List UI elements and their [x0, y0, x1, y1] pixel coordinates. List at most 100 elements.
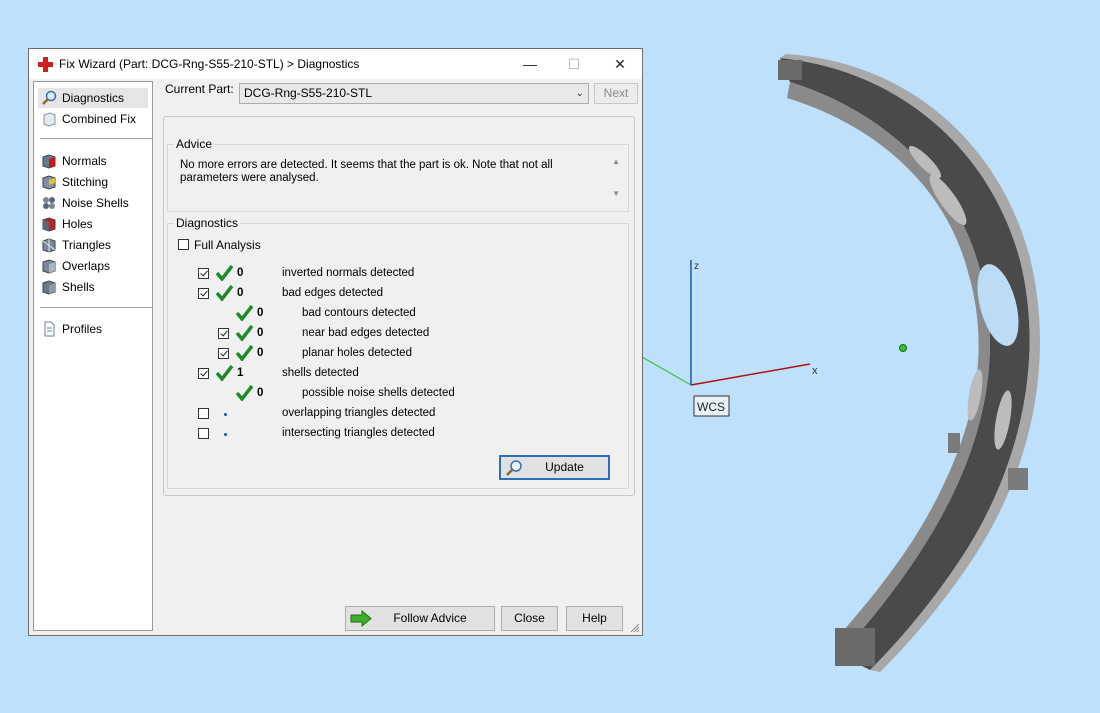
diagnostics-panel: Advice No more errors are detected. It s… — [163, 116, 635, 496]
intersecting-triangles-label: intersecting triangles detected — [282, 427, 435, 439]
stitching-cube-icon — [42, 175, 56, 190]
red-cross-icon — [38, 57, 53, 72]
triangles-cube-icon — [42, 238, 56, 253]
advice-textbox[interactable]: No more errors are detected. It seems th… — [172, 153, 624, 208]
sidebar-item-label: Holes — [62, 217, 93, 231]
sidebar-item-label: Combined Fix — [62, 112, 137, 126]
sidebar-item-label: Profiles — [62, 322, 103, 336]
sidebar-item-profiles[interactable]: Profiles — [38, 319, 148, 339]
check-mark-icon — [236, 385, 253, 401]
noise-shells-count: 0 — [257, 387, 264, 399]
document-icon — [44, 321, 55, 337]
check-mark-icon — [236, 305, 253, 321]
check-mark-icon — [236, 325, 253, 341]
shells-cube-icon — [42, 280, 56, 295]
intersecting-triangles-checkbox[interactable] — [198, 428, 209, 439]
follow-advice-button[interactable]: Follow Advice — [345, 606, 495, 631]
y-axis-line — [641, 356, 692, 386]
inverted-normals-label: inverted normals detected — [282, 267, 415, 279]
bad-edges-count: 0 — [237, 287, 244, 299]
fix-wizard-dialog: Fix Wizard (Part: DCG-Rng-S55-210-STL) >… — [28, 48, 643, 636]
planar-holes-checkbox[interactable] — [218, 348, 229, 359]
check-mark-icon — [216, 265, 233, 281]
pending-dot-icon — [224, 413, 227, 416]
cube-icon — [43, 112, 56, 127]
help-button[interactable]: Help — [566, 606, 623, 631]
near-bad-edges-checkbox[interactable] — [218, 328, 229, 339]
sidebar-divider — [40, 307, 152, 308]
x-axis-label: x — [812, 365, 818, 377]
sidebar-item-label: Triangles — [62, 238, 111, 252]
check-mark-icon — [216, 285, 233, 301]
planar-holes-count: 0 — [257, 347, 264, 359]
sidebar-item-overlaps[interactable]: Overlaps — [38, 256, 148, 276]
overlaps-cube-icon — [42, 259, 56, 274]
sidebar-item-label: Normals — [62, 154, 107, 168]
next-button[interactable]: Next — [594, 83, 638, 104]
check-mark-icon — [216, 365, 233, 381]
inverted-normals-count: 0 — [237, 267, 244, 279]
resize-grip-icon[interactable] — [630, 623, 640, 633]
wizard-sidebar: Diagnostics Combined Fix Normals Stitchi… — [33, 81, 153, 631]
inverted-normals-checkbox[interactable] — [198, 268, 209, 279]
scroll-down-icon[interactable]: ▼ — [612, 189, 620, 198]
bad-edges-label: bad edges detected — [282, 287, 384, 299]
arrow-right-icon — [350, 610, 372, 627]
diagnostics-group: Diagnostics Full Analysis 0 inverted nor… — [167, 216, 629, 489]
sidebar-item-combined-fix[interactable]: Combined Fix — [38, 109, 148, 129]
update-button[interactable]: Update — [499, 455, 610, 480]
advice-group: Advice No more errors are detected. It s… — [167, 137, 629, 212]
sidebar-item-holes[interactable]: Holes — [38, 214, 148, 234]
chevron-down-icon: ⌄ — [575, 88, 584, 99]
planar-holes-label: planar holes detected — [302, 347, 412, 359]
magnifier-icon — [42, 90, 57, 105]
rotation-center-marker — [899, 344, 907, 352]
title-bar[interactable]: Fix Wizard (Part: DCG-Rng-S55-210-STL) >… — [29, 49, 642, 79]
overlapping-triangles-checkbox[interactable] — [198, 408, 209, 419]
sidebar-item-normals[interactable]: Normals — [38, 151, 148, 171]
shells-count: 1 — [237, 367, 244, 379]
noise-shells-label: possible noise shells detected — [302, 387, 455, 399]
full-analysis-label: Full Analysis — [194, 238, 261, 252]
sidebar-item-shells[interactable]: Shells — [38, 277, 148, 297]
sidebar-divider — [40, 138, 152, 139]
sidebar-item-stitching[interactable]: Stitching — [38, 172, 148, 192]
near-bad-edges-count: 0 — [257, 327, 264, 339]
part-model[interactable] — [778, 54, 1040, 672]
window-title: Fix Wizard (Part: DCG-Rng-S55-210-STL) >… — [59, 57, 360, 71]
x-axis-line — [690, 363, 811, 386]
sidebar-item-triangles[interactable]: Triangles — [38, 235, 148, 255]
advice-text: No more errors are detected. It seems th… — [180, 159, 553, 184]
bad-contours-label: bad contours detected — [302, 307, 416, 319]
close-window-button[interactable]: ✕ — [597, 49, 643, 79]
scroll-up-icon[interactable]: ▲ — [612, 157, 620, 166]
current-part-value: DCG-Rng-S55-210-STL — [244, 86, 373, 100]
sidebar-item-diagnostics[interactable]: Diagnostics — [38, 88, 148, 108]
full-analysis-checkbox[interactable] — [178, 239, 189, 250]
diagnostics-group-label: Diagnostics — [174, 216, 241, 230]
shells-checkbox[interactable] — [198, 368, 209, 379]
minimize-button[interactable]: — — [507, 49, 553, 79]
sidebar-item-label: Overlaps — [62, 259, 111, 273]
z-axis-label: z — [694, 261, 699, 272]
sidebar-item-label: Stitching — [62, 175, 109, 189]
sidebar-item-noise-shells[interactable]: Noise Shells — [38, 193, 148, 213]
shells-label: shells detected — [282, 367, 359, 379]
wcs-label: WCS — [697, 400, 725, 414]
advice-group-label: Advice — [174, 137, 215, 151]
wizard-main: Current Part: DCG-Rng-S55-210-STL ⌄ Next… — [157, 79, 642, 635]
current-part-select[interactable]: DCG-Rng-S55-210-STL ⌄ — [239, 83, 589, 104]
near-bad-edges-label: near bad edges detected — [302, 327, 430, 339]
sidebar-item-label: Shells — [62, 280, 95, 294]
normals-cube-icon — [42, 154, 56, 169]
overlapping-triangles-label: overlapping triangles detected — [282, 407, 436, 419]
maximize-button[interactable]: ☐ — [551, 49, 597, 79]
bad-edges-checkbox[interactable] — [198, 288, 209, 299]
holes-cube-icon — [42, 217, 56, 232]
sidebar-item-label: Noise Shells — [62, 196, 129, 210]
close-button[interactable]: Close — [501, 606, 558, 631]
pending-dot-icon — [224, 433, 227, 436]
noise-shells-icon — [43, 197, 55, 209]
follow-advice-label: Follow Advice — [393, 611, 467, 625]
bad-contours-count: 0 — [257, 307, 264, 319]
